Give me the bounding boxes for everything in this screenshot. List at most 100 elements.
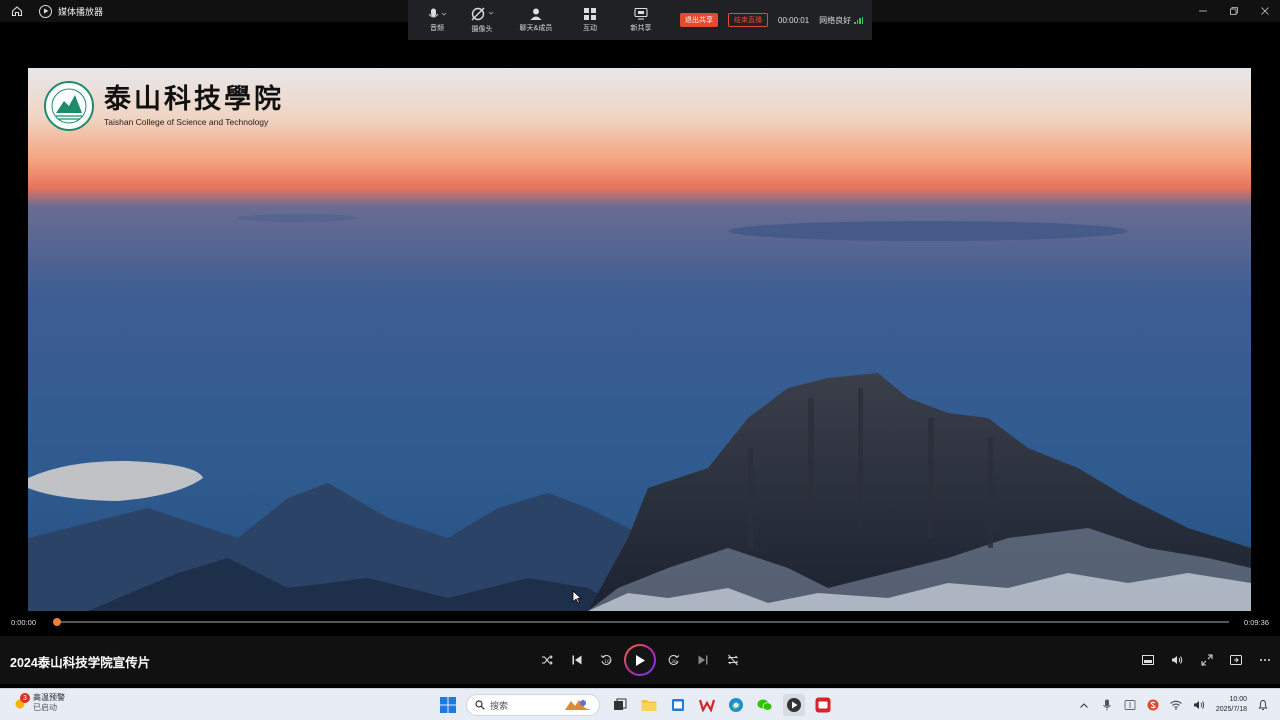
wps-icon: [699, 699, 715, 712]
weather-subtitle: 已启动: [33, 703, 57, 712]
speaker-icon[interactable]: [1192, 698, 1206, 712]
media-player-taskbar-button[interactable]: [783, 694, 805, 716]
weather-title: 高温预警: [33, 693, 65, 702]
mini-player-icon: [1142, 655, 1154, 665]
previous-button[interactable]: [565, 648, 589, 672]
home-icon[interactable]: [9, 3, 25, 19]
player-controls: 2024泰山科技学院宣传片 10 30: [0, 636, 1280, 684]
new-share-label: 新共享: [630, 24, 652, 32]
chevron-up-icon[interactable]: [1077, 698, 1091, 712]
folder-icon: [641, 700, 657, 711]
volume-button[interactable]: [1165, 648, 1189, 672]
college-logo: 泰山科技學院 Taishan College of Science and Te…: [44, 81, 284, 131]
play-icon: [636, 654, 645, 666]
next-button[interactable]: [691, 648, 715, 672]
fullscreen-icon: [1201, 654, 1213, 666]
progress-thumb[interactable]: [53, 618, 61, 626]
media-player-icon: [787, 698, 801, 712]
media-title: 2024泰山科技学院宣传片: [10, 656, 151, 670]
rewind-10-icon: 10: [600, 654, 612, 665]
seek-bar: 0:00:00 0:09:36: [0, 612, 1280, 632]
clock-date: 2025/7/18: [1215, 706, 1247, 713]
app-window-button[interactable]: [667, 694, 689, 716]
system-tray: 10:00 2025/7/18: [1068, 693, 1270, 717]
weather-widget[interactable]: 3 高温预警 已启动: [14, 693, 65, 713]
rewind-10-button[interactable]: 10: [594, 648, 618, 672]
signal-icon: [854, 16, 864, 24]
input-method-icon[interactable]: [1123, 698, 1137, 712]
mouse-cursor-icon: [572, 590, 582, 604]
repeat-off-button[interactable]: [721, 648, 745, 672]
network-status-label: 网络良好: [819, 15, 852, 25]
chat-members-label: 聊天&成员: [519, 24, 553, 32]
minimize-button[interactable]: [1187, 0, 1218, 22]
camera-button[interactable]: 摄像头: [460, 0, 504, 40]
shuffle-button[interactable]: [535, 648, 559, 672]
repeat-off-icon: [727, 654, 739, 666]
camera-off-icon: [471, 7, 494, 20]
start-button[interactable]: [437, 694, 459, 716]
total-time: 0:09:36: [1243, 618, 1269, 627]
college-seal-icon: [44, 81, 94, 131]
restore-button[interactable]: [1218, 0, 1249, 22]
taskbar-search[interactable]: 搜索: [466, 694, 600, 716]
forward-30-button[interactable]: 30: [662, 648, 686, 672]
more-options-button[interactable]: [1253, 648, 1277, 672]
forward-30-icon: 30: [668, 654, 680, 665]
wifi-icon[interactable]: [1169, 698, 1183, 712]
edge-icon: [729, 698, 743, 712]
video-scene: [28, 68, 1251, 611]
file-explorer-button[interactable]: [638, 694, 660, 716]
next-icon: [698, 655, 708, 665]
fullscreen-button[interactable]: [1195, 648, 1219, 672]
wechat-button[interactable]: [754, 694, 776, 716]
cast-icon: [1230, 655, 1242, 665]
clock[interactable]: 10:00 2025/7/18: [1216, 695, 1247, 715]
svg-text:30: 30: [671, 659, 677, 665]
previous-icon: [572, 655, 582, 665]
window-controls: [1187, 0, 1280, 22]
grid-icon: [584, 7, 596, 20]
interact-label: 互动: [583, 24, 597, 32]
svg-text:10: 10: [604, 659, 610, 665]
taskbar: 3 高温预警 已启动 搜索 10:00 2025/7/18: [0, 688, 1280, 720]
shuffle-icon: [542, 655, 553, 665]
chat-members-button[interactable]: 聊天&成员: [504, 0, 568, 40]
task-view-icon: [614, 698, 627, 710]
cast-button[interactable]: [1224, 648, 1248, 672]
window-app-icon: [672, 699, 684, 711]
wps-button[interactable]: [696, 694, 718, 716]
clock-time: 10:00: [1229, 696, 1247, 703]
volume-icon: [1172, 656, 1183, 664]
interact-button[interactable]: 互动: [568, 0, 612, 40]
close-button[interactable]: [1249, 0, 1280, 22]
camera-label: 摄像头: [471, 25, 493, 33]
play-button[interactable]: [624, 644, 656, 676]
end-live-button[interactable]: 结束直播: [728, 13, 768, 27]
more-icon: [1260, 659, 1270, 661]
new-share-button[interactable]: 新共享: [612, 0, 670, 40]
recording-app-icon: [815, 697, 831, 713]
progress-track[interactable]: [53, 618, 1229, 626]
microphone-tray-icon[interactable]: [1100, 698, 1114, 712]
audio-button[interactable]: 音频: [414, 0, 460, 40]
microphone-icon: [428, 8, 447, 17]
task-view-button[interactable]: [609, 694, 631, 716]
mini-player-button[interactable]: [1136, 648, 1160, 672]
sogou-input-icon[interactable]: [1146, 698, 1160, 712]
weather-badge: 3: [20, 693, 30, 703]
screen-share-toolbar: 音频 摄像头 聊天&成员 互动 新共享 退出共享 结束直播 00:00:01 网…: [408, 0, 872, 40]
person-icon: [530, 8, 542, 20]
wechat-icon: [757, 699, 773, 711]
taskbar-apps: 搜索: [437, 694, 841, 716]
exit-share-button[interactable]: 退出共享: [680, 13, 718, 27]
network-status: 网络良好: [819, 15, 864, 26]
search-placeholder: 搜索: [490, 700, 509, 711]
edge-browser-button[interactable]: [725, 694, 747, 716]
video-frame[interactable]: 泰山科技學院 Taishan College of Science and Te…: [28, 68, 1251, 611]
college-name-en: Taishan College of Science and Technolog…: [104, 117, 269, 127]
media-player-app-icon: [39, 4, 52, 18]
search-highlight-icon: [565, 700, 591, 710]
notification-icon[interactable]: [1256, 698, 1270, 712]
recording-app-button[interactable]: [812, 694, 834, 716]
